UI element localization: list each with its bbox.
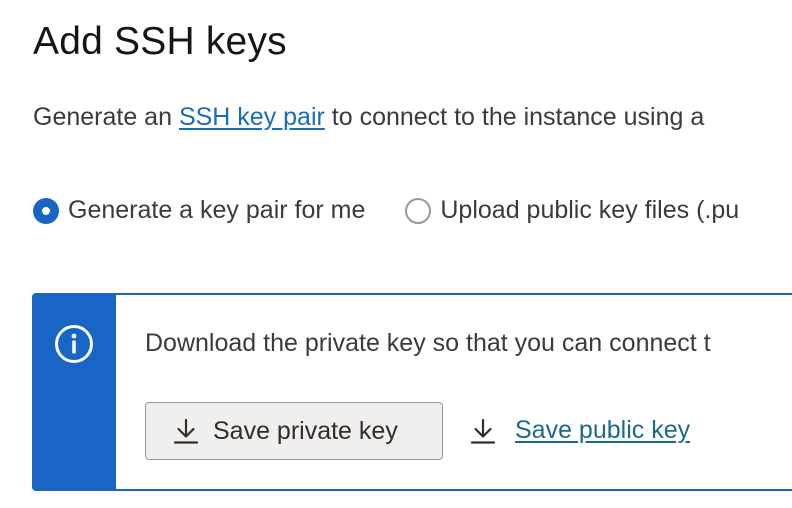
- save-private-key-label: Save private key: [213, 416, 398, 445]
- save-public-key-link[interactable]: Save public key: [470, 416, 690, 445]
- section-title: Add SSH keys: [33, 20, 287, 63]
- download-icon: [470, 418, 496, 444]
- info-icon: [55, 325, 93, 363]
- notice-message: Download the private key so that you can…: [145, 329, 711, 357]
- radio-upload-public-key[interactable]: Upload public key files (.pu: [405, 196, 739, 225]
- radio-checked-icon[interactable]: [33, 197, 59, 224]
- radio-upload-label: Upload public key files (.pu: [440, 196, 740, 224]
- add-ssh-keys-section: Add SSH keys Generate an SSH key pair to…: [0, 0, 792, 508]
- save-private-key-button[interactable]: Save private key: [145, 402, 443, 460]
- key-option-group: Generate a key pair for me Upload public…: [33, 196, 739, 225]
- ssh-description: Generate an SSH key pair to connect to t…: [33, 103, 704, 132]
- ssh-key-pair-link[interactable]: SSH key pair: [179, 103, 325, 131]
- notice-accent-bar: [34, 295, 116, 489]
- save-public-key-label: Save public key: [515, 416, 691, 444]
- radio-unchecked-icon[interactable]: [405, 197, 432, 224]
- radio-generate-label: Generate a key pair for me: [68, 196, 366, 224]
- description-prefix: Generate an: [33, 103, 179, 131]
- download-key-notice: Download the private key so that you can…: [32, 293, 792, 491]
- radio-generate-key-pair[interactable]: Generate a key pair for me: [33, 196, 365, 225]
- download-icon: [173, 418, 199, 444]
- description-suffix: to connect to the instance using a: [324, 103, 705, 131]
